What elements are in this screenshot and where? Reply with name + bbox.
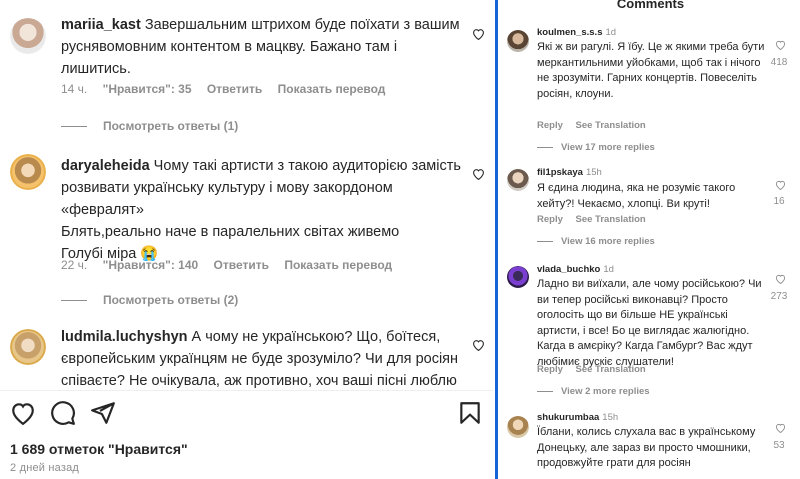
comments-sheet: Comments koulmen_s.s.s 1d Які ж ви рагулі…	[501, 0, 800, 479]
post-actions-bar	[10, 398, 485, 426]
comment-meta: Reply See Translation	[537, 364, 656, 375]
comment-time: 22 ч.	[61, 258, 88, 272]
bookmark-icon[interactable]	[457, 400, 483, 426]
comment-time: 14 ч.	[61, 82, 88, 96]
heart-icon[interactable]	[775, 423, 786, 433]
comment-likes[interactable]: "Нравится": 35	[103, 82, 192, 96]
reply-button[interactable]: Reply	[537, 120, 563, 131]
avatar[interactable]	[10, 329, 46, 365]
avatar[interactable]	[507, 266, 529, 288]
avatar[interactable]	[10, 154, 46, 190]
translate-button[interactable]: See Translation	[576, 214, 646, 225]
comment-like-count: 16	[773, 196, 785, 207]
reply-button[interactable]: Ответить	[214, 258, 269, 272]
view-more-replies-label: View 16 more replies	[561, 236, 655, 247]
separator-bar	[495, 0, 498, 479]
comment-content: Їблани, колись слухала вас в українськом…	[537, 426, 756, 469]
translate-button[interactable]: See Translation	[576, 120, 646, 131]
comment-content-line-2: Блять,реально наче в паралельних світах …	[61, 224, 400, 240]
comment-time: 1d	[603, 264, 614, 275]
view-more-replies-button[interactable]: View 17 more replies	[537, 142, 655, 153]
reply-button[interactable]: Reply	[537, 214, 563, 225]
heart-icon[interactable]	[472, 168, 485, 180]
view-replies-button[interactable]: Посмотреть ответы (1)	[61, 119, 238, 133]
translate-button[interactable]: Показать перевод	[284, 258, 392, 272]
comment-username[interactable]: daryaleheida	[61, 158, 150, 174]
comment-text: mariia_kast Завершальним штрихом буде пої…	[61, 14, 461, 80]
comment-username[interactable]: vlada_buchko	[537, 264, 600, 275]
comment-meta: Reply See Translation	[537, 214, 656, 225]
comment-text: daryaleheida Чому такі артисти з такою ау…	[61, 155, 461, 265]
comment-username[interactable]: koulmen_s.s.s	[537, 27, 602, 38]
avatar[interactable]	[10, 18, 46, 54]
comment-username[interactable]: shukurumbaa	[537, 412, 599, 423]
comment-username[interactable]: mariia_kast	[61, 17, 141, 33]
comment-header: fil1pskaya 15h	[537, 167, 602, 178]
comment-like-count: 418	[770, 57, 788, 68]
like-heart-icon[interactable]	[10, 400, 36, 426]
share-send-icon[interactable]	[90, 400, 116, 426]
view-more-replies-label: View 2 more replies	[561, 386, 650, 397]
replies-divider-line	[537, 146, 553, 148]
heart-icon[interactable]	[472, 28, 485, 40]
replies-divider-line	[537, 390, 553, 392]
heart-icon[interactable]	[775, 274, 786, 284]
view-more-replies-label: View 17 more replies	[561, 142, 655, 153]
comment-bubble-icon[interactable]	[50, 400, 76, 426]
comment-header: vlada_buchko 1d	[537, 264, 614, 275]
actions-divider	[0, 390, 493, 391]
comment-time: 1d	[605, 27, 617, 38]
comment-time: 15h	[585, 167, 602, 178]
comment-header: koulmen_s.s.s 1d	[537, 27, 616, 38]
avatar[interactable]	[507, 30, 529, 52]
comment-time: 15h	[602, 412, 619, 423]
comments-title: Comments	[616, 0, 685, 11]
avatar[interactable]	[507, 416, 529, 438]
replies-divider-line	[537, 240, 553, 242]
view-more-replies-button[interactable]: View 16 more replies	[537, 236, 655, 247]
reply-button[interactable]: Ответить	[207, 82, 262, 96]
view-replies-button[interactable]: Посмотреть ответы (2)	[61, 293, 238, 307]
comment-text: ludmila.luchyshyn А чому не українською? …	[61, 326, 461, 392]
translate-button[interactable]: Показать перевод	[278, 82, 386, 96]
heart-icon[interactable]	[775, 180, 786, 190]
avatar[interactable]	[507, 169, 529, 191]
comment-content: Які ж ви рагулі. Я їбу. Це ж якими треба…	[537, 41, 765, 100]
view-more-replies-button[interactable]: View 2 more replies	[537, 386, 650, 397]
translate-button[interactable]: See Translation	[576, 364, 646, 375]
post-likes-count[interactable]: 1 689 отметок "Нравится"	[10, 441, 188, 457]
comment-like-count: 53	[773, 440, 785, 451]
comment-likes[interactable]: "Нравится": 140	[103, 258, 199, 272]
replies-divider-line	[61, 126, 87, 128]
comment-username[interactable]: fil1pskaya	[537, 167, 583, 178]
post-comments-panel: mariia_kast Завершальним штрихом буде пої…	[0, 0, 493, 479]
comment-header: shukurumbaa 15h	[537, 412, 618, 423]
comment-meta: 22 ч. "Нравится": 140 Ответить Показать …	[61, 258, 404, 272]
heart-icon[interactable]	[775, 40, 786, 50]
comment-meta: 14 ч. "Нравится": 35 Ответить Показать п…	[61, 82, 397, 96]
reply-button[interactable]: Reply	[537, 364, 563, 375]
heart-icon[interactable]	[472, 339, 485, 351]
replies-divider-line	[61, 300, 87, 302]
view-replies-label: Посмотреть ответы (2)	[103, 293, 239, 307]
comment-meta: Reply See Translation	[537, 120, 656, 131]
comment-like-count: 273	[770, 291, 788, 302]
post-timestamp: 2 дней назад	[10, 462, 80, 474]
view-replies-label: Посмотреть ответы (1)	[103, 119, 239, 133]
image-separator	[493, 0, 501, 479]
comment-username[interactable]: ludmila.luchyshyn	[61, 329, 188, 345]
comment-content: Я єдина людина, яка не розуміє такого хе…	[537, 182, 736, 210]
comment-content: Ладно ви виїхали, але чому російською? Ч…	[537, 278, 762, 368]
